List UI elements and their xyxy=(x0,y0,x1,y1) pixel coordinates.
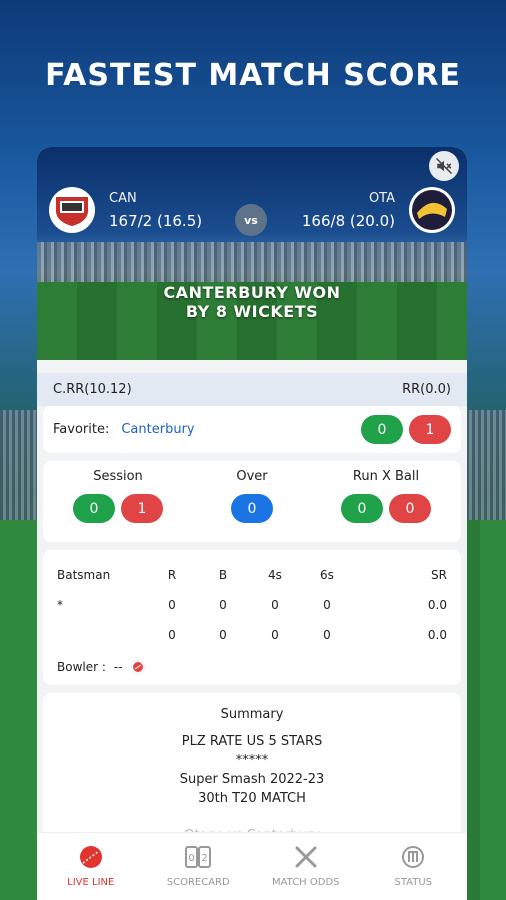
batsman-strike-rate: 0.0 xyxy=(427,598,447,612)
nav-status-label: STATUS xyxy=(394,877,433,888)
nav-scorecard-label: SCORECARD xyxy=(166,877,230,888)
team1-block: CAN 167/2 (16.5) xyxy=(49,187,202,233)
match-header: CAN 167/2 (16.5) vs OTA 166/8 (20.0) CAN… xyxy=(37,147,467,360)
vs-badge: vs xyxy=(235,204,267,236)
team1-logo xyxy=(49,187,95,233)
session-card: Session 0 1 Over 0 Run X Ball 0 0 xyxy=(43,461,461,542)
batsmen-header-row: Batsman R B 4s 6s SR xyxy=(57,560,447,590)
scoreboard-icon: 0 2 xyxy=(185,846,212,868)
team2-block: OTA 166/8 (20.0) xyxy=(302,187,455,233)
match-result: CANTERBURY WON BY 8 WICKETS xyxy=(37,283,467,321)
batsman-balls: 0 xyxy=(219,598,227,612)
crowd-decor xyxy=(37,242,467,282)
summary-line: ***** xyxy=(235,753,269,768)
batsman-fours: 0 xyxy=(271,628,279,642)
summary-title: Summary xyxy=(220,707,284,722)
cricket-ball-icon xyxy=(130,660,145,674)
team2-score: 166/8 (20.0) xyxy=(301,212,395,230)
favorite-back-odds[interactable]: 0 xyxy=(361,415,403,444)
batsman-fours: 0 xyxy=(271,598,279,612)
batsman-runs: 0 xyxy=(168,598,176,612)
result-line-2: BY 8 WICKETS xyxy=(185,302,319,321)
favorite-lay-odds[interactable]: 1 xyxy=(409,415,451,444)
stumps-icon xyxy=(402,846,425,868)
favorite-team: Canterbury xyxy=(121,422,195,437)
run-rate-bar: C.RR(10.12) RR(0.0) xyxy=(37,373,467,406)
nav-odds-label: MATCH ODDS xyxy=(271,877,340,888)
favorite-label: Favorite: xyxy=(53,422,110,437)
header-batsman: Batsman xyxy=(57,568,111,582)
required-run-rate: RR(0.0) xyxy=(402,382,451,397)
header-fours: 4s xyxy=(268,568,282,582)
header-strike-rate: SR xyxy=(431,568,447,582)
over-value[interactable]: 0 xyxy=(231,494,273,523)
svg-text:2: 2 xyxy=(202,853,208,864)
bowler-row: Bowler : -- xyxy=(57,660,447,674)
speaker-muted-icon xyxy=(435,157,453,175)
mute-button[interactable] xyxy=(429,151,459,181)
nav-scorecard[interactable]: 0 2 SCORECARD xyxy=(148,845,248,888)
batsman-runs: 0 xyxy=(168,628,176,642)
nav-live-label: LIVE LINE xyxy=(67,877,115,888)
header-sixes: 6s xyxy=(320,568,334,582)
current-run-rate: C.RR(10.12) xyxy=(53,382,132,397)
batsman-sixes: 0 xyxy=(323,628,331,642)
batsman-strike-rate: 0.0 xyxy=(427,628,447,642)
run-x-ball-back[interactable]: 0 xyxy=(341,494,383,523)
batsman-sixes: 0 xyxy=(323,598,331,612)
session-column: Session 0 1 xyxy=(73,469,163,542)
bottom-navigation: LIVE LINE 0 2 SCORECARD MATCH ODDS STATU… xyxy=(37,832,467,900)
header-balls: B xyxy=(218,568,228,582)
summary-card: Summary PLZ RATE US 5 STARS ***** Super … xyxy=(43,693,461,843)
batsmen-card: Batsman R B 4s 6s SR * 0 0 0 0 0.0 0 0 0… xyxy=(43,550,461,685)
team2-code: OTA xyxy=(368,191,395,206)
team1-code: CAN xyxy=(109,191,137,206)
header-runs: R xyxy=(167,568,177,582)
run-x-ball-column: Run X Ball 0 0 xyxy=(341,469,431,542)
table-row: 0 0 0 0 0.0 xyxy=(57,620,447,650)
promo-headline: FASTEST MATCH SCORE xyxy=(45,58,461,93)
summary-line: 30th T20 MATCH xyxy=(198,791,306,806)
nav-status[interactable]: STATUS xyxy=(363,845,463,888)
favorite-card: Favorite: Canterbury 0 1 xyxy=(43,406,461,453)
summary-line: Super Smash 2022-23 xyxy=(179,772,325,787)
nav-live-line[interactable]: LIVE LINE xyxy=(41,845,141,888)
session-label: Session xyxy=(93,469,143,484)
team2-logo xyxy=(409,187,455,233)
session-lay-odds[interactable]: 1 xyxy=(121,494,163,523)
run-x-ball-label: Run X Ball xyxy=(352,469,420,484)
crossed-bats-icon xyxy=(295,846,317,868)
stadium-stand-right xyxy=(466,410,506,530)
svg-text:0: 0 xyxy=(189,853,195,864)
batsman-name: * xyxy=(57,598,63,612)
result-line-1: CANTERBURY WON xyxy=(163,283,341,302)
summary-line: PLZ RATE US 5 STARS xyxy=(181,734,323,749)
over-column: Over 0 xyxy=(231,469,273,542)
bowler-label: Bowler : xyxy=(57,660,106,674)
batsman-balls: 0 xyxy=(219,628,227,642)
team1-score: 167/2 (16.5) xyxy=(109,212,203,230)
over-label: Over xyxy=(236,469,268,484)
nav-match-odds[interactable]: MATCH ODDS xyxy=(256,845,356,888)
table-row: * 0 0 0 0 0.0 xyxy=(57,590,447,620)
stadium-stand-left xyxy=(0,410,40,530)
session-back-odds[interactable]: 0 xyxy=(73,494,115,523)
bowler-value: -- xyxy=(113,660,123,674)
run-x-ball-lay[interactable]: 0 xyxy=(389,494,431,523)
cricket-ball-icon xyxy=(79,846,102,868)
app-screen: CAN 167/2 (16.5) vs OTA 166/8 (20.0) CAN… xyxy=(37,147,467,900)
